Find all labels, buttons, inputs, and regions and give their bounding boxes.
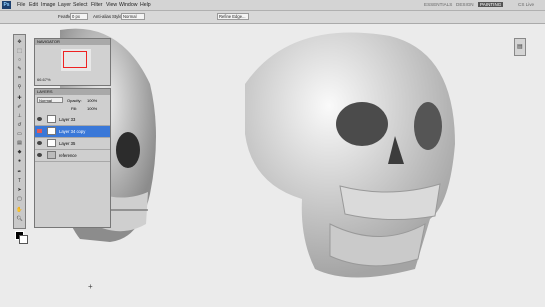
layer-name: reference	[59, 153, 77, 158]
lasso-tool-icon[interactable]: ○	[16, 57, 23, 63]
gradient-tool-icon[interactable]: ▤	[16, 140, 23, 146]
visibility-eye-icon[interactable]	[37, 141, 42, 145]
layer-name: Layer 35	[59, 141, 76, 146]
shape-tool-icon[interactable]: ▢	[16, 196, 23, 202]
crosshair-cursor-icon: +	[88, 282, 93, 291]
layers-panel: LAYERS Normal Opacity: 100% Fill: 100% L…	[34, 88, 111, 228]
history-brush-icon[interactable]: ↺	[16, 122, 23, 128]
menu-view[interactable]: View	[106, 2, 117, 8]
workspace-essentials[interactable]: ESSENTIALS	[424, 2, 452, 7]
app-logo: Ps	[2, 1, 11, 9]
dodge-tool-icon[interactable]: ●	[16, 158, 23, 164]
navigator-thumbnail[interactable]	[61, 49, 91, 71]
menu-filter[interactable]: Filter	[91, 2, 103, 8]
workspace-painting[interactable]: PAINTING	[478, 2, 504, 7]
navigator-title: NAVIGATOR	[35, 39, 110, 45]
layer-row-layer34-copy[interactable]: Layer 34 copy	[35, 126, 110, 138]
visibility-eye-icon[interactable]	[37, 117, 42, 121]
blend-mode-select[interactable]: Normal	[37, 97, 63, 103]
blur-tool-icon[interactable]: ◆	[16, 149, 23, 155]
background-color-swatch[interactable]	[19, 235, 28, 244]
layer-thumbnail	[47, 151, 56, 159]
layer-row-layer35[interactable]: Layer 35	[35, 138, 110, 150]
visibility-eye-icon[interactable]	[37, 153, 42, 157]
menu-select[interactable]: Select	[73, 2, 87, 8]
options-bar: Feather: 0 px Anti-alias Style: Normal R…	[0, 11, 545, 24]
layers-title: LAYERS	[35, 89, 110, 95]
menu-bar: Ps File Edit Image Layer Select Filter V…	[0, 0, 545, 11]
menu-file[interactable]: File	[17, 2, 25, 8]
menu-layer[interactable]: Layer	[58, 2, 71, 8]
visibility-eye-icon[interactable]	[37, 129, 42, 133]
opacity-input[interactable]: 100%	[87, 98, 97, 103]
tools-panel: ✥ ⬚ ○ ✎ ⌗ ⚲ ✚ ✐ ⊥ ↺ ▭ ▤ ◆ ● ✒ T ➤ ▢ ✋ 🔍︎	[13, 34, 26, 229]
eyedropper-tool-icon[interactable]: ⚲	[16, 84, 23, 90]
navigator-zoom-value[interactable]: 66.67%	[37, 77, 51, 82]
layer-row-layer33[interactable]: Layer 33	[35, 114, 110, 126]
style-select[interactable]: Normal	[121, 13, 145, 20]
workspace-design[interactable]: DESIGN	[456, 2, 474, 7]
layer-row-reference[interactable]: reference	[35, 150, 110, 162]
brush-tool-icon[interactable]: ✐	[16, 104, 23, 110]
pen-tool-icon[interactable]: ✒	[16, 169, 23, 175]
navigator-view-box[interactable]	[63, 51, 87, 68]
stamp-tool-icon[interactable]: ⊥	[16, 113, 23, 119]
layer-thumbnail	[47, 115, 56, 123]
marquee-tool-icon[interactable]: ⬚	[16, 48, 23, 54]
layer-thumbnail	[47, 139, 56, 147]
move-tool-icon[interactable]: ✥	[16, 39, 23, 45]
menu-edit[interactable]: Edit	[29, 2, 38, 8]
fill-label: Fill:	[71, 106, 78, 111]
path-select-icon[interactable]: ➤	[16, 187, 23, 193]
fill-input[interactable]: 100%	[87, 106, 97, 111]
eraser-tool-icon[interactable]: ▭	[16, 131, 23, 137]
layer-name: Layer 34 copy	[59, 129, 86, 134]
healing-tool-icon[interactable]: ✚	[16, 95, 23, 101]
zoom-tool-icon[interactable]: 🔍︎	[16, 216, 23, 222]
navigator-panel: NAVIGATOR 66.67%	[34, 38, 111, 86]
painted-skull	[245, 32, 455, 278]
hand-tool-icon[interactable]: ✋	[16, 207, 23, 213]
feather-input[interactable]: 0 px	[70, 13, 88, 20]
crop-tool-icon[interactable]: ⌗	[16, 75, 23, 81]
menu-image[interactable]: Image	[41, 2, 55, 8]
collapsed-panel-dock[interactable]: ▤	[514, 38, 526, 56]
menu-help[interactable]: Help	[140, 2, 151, 8]
menu-window[interactable]: Window	[119, 2, 137, 8]
quick-select-tool-icon[interactable]: ✎	[16, 66, 23, 72]
cs-live-button[interactable]: CS Live	[518, 2, 534, 7]
antialias-checkbox[interactable]: Anti-alias	[93, 14, 111, 19]
opacity-label: Opacity:	[67, 98, 82, 103]
layer-thumbnail	[47, 127, 56, 135]
refine-edge-button[interactable]: Refine Edge...	[217, 13, 249, 20]
panel-expand-icon[interactable]: ▤	[517, 43, 523, 50]
type-tool-icon[interactable]: T	[16, 178, 23, 184]
layer-name: Layer 33	[59, 117, 76, 122]
